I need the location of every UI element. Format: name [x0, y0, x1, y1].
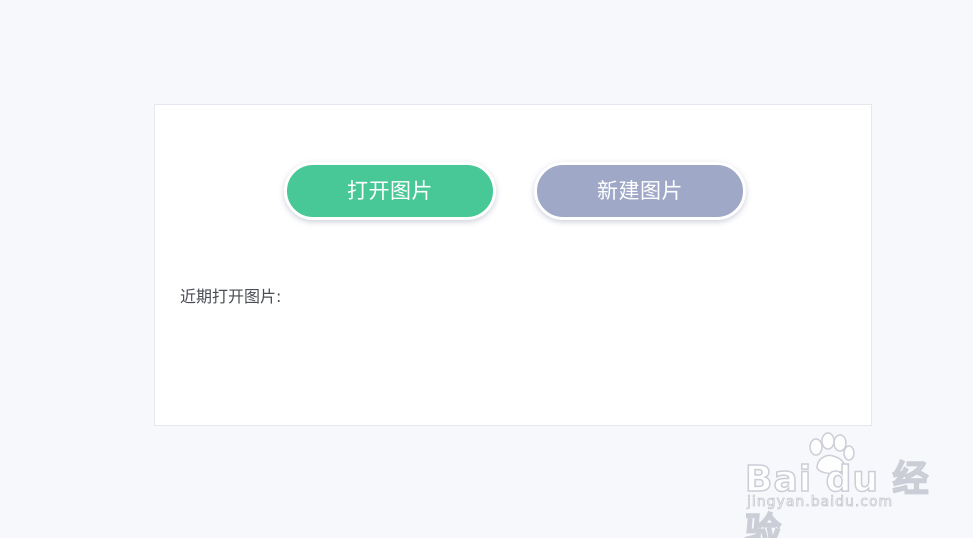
- app-page: 打开图片 新建图片 近期打开图片: Bai du 经验 jingyan.baid…: [0, 0, 973, 538]
- baidu-jingyan-watermark: Bai du 经验 jingyan.baidu.com: [744, 432, 945, 538]
- open-image-button[interactable]: 打开图片: [284, 162, 496, 220]
- new-image-button[interactable]: 新建图片: [534, 162, 746, 220]
- watermark-url: jingyan.baidu.com: [747, 494, 894, 511]
- recent-images-label: 近期打开图片:: [180, 287, 282, 306]
- start-panel: 打开图片 新建图片 近期打开图片:: [154, 104, 872, 426]
